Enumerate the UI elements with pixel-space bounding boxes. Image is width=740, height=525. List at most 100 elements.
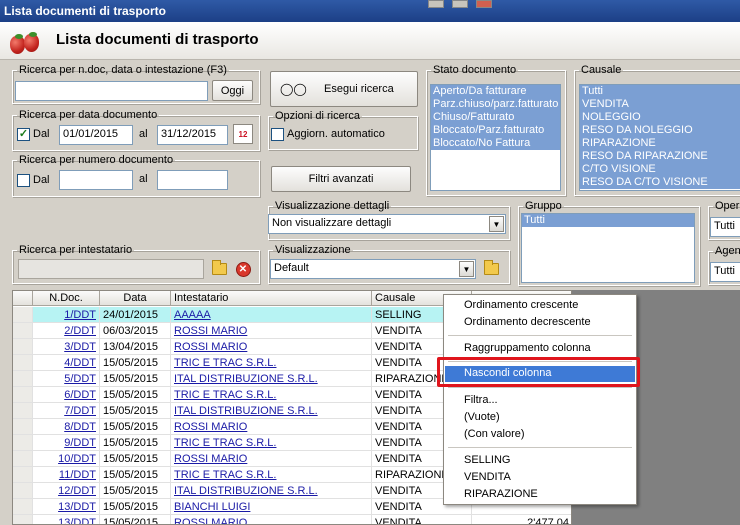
holder-search-input[interactable] bbox=[18, 259, 204, 279]
row-indicator[interactable] bbox=[13, 499, 33, 515]
cell-ndoc[interactable]: 5/DDT bbox=[33, 371, 100, 387]
cell-intestatario-link[interactable]: TRIC E TRAC S.R.L. bbox=[174, 469, 276, 481]
maximize-button[interactable] bbox=[452, 0, 468, 8]
open-folder-icon[interactable] bbox=[209, 259, 229, 279]
row-indicator[interactable] bbox=[13, 483, 33, 499]
table-row[interactable]: 13/DDT 15/05/2015 ROSSI MARIO VENDITA 2'477,… bbox=[13, 515, 571, 524]
row-indicator[interactable] bbox=[13, 435, 33, 451]
cell-intestatario[interactable]: ITAL DISTRIBUZIONE S.R.L. bbox=[171, 483, 372, 499]
cell-ndoc-link[interactable]: 12/DDT bbox=[58, 485, 96, 497]
reason-list-item[interactable]: RESO DA NOLEGGIO bbox=[580, 124, 740, 137]
row-indicator[interactable] bbox=[13, 339, 33, 355]
operator-select[interactable]: Tutti bbox=[710, 217, 740, 237]
cell-intestatario-link[interactable]: ROSSI MARIO bbox=[174, 341, 247, 353]
cell-ndoc-link[interactable]: 10/DDT bbox=[58, 453, 96, 465]
row-indicator[interactable] bbox=[13, 451, 33, 467]
status-list[interactable]: Aperto/Da fatturare Parz.chiuso/parz.fat… bbox=[430, 84, 561, 191]
cell-ndoc-link[interactable]: 13/DDT bbox=[58, 501, 96, 513]
menu-item-filter-empty[interactable]: (Vuote) bbox=[445, 410, 635, 426]
cell-ndoc[interactable]: 6/DDT bbox=[33, 387, 100, 403]
cell-ndoc-link[interactable]: 11/DDT bbox=[59, 469, 96, 481]
cell-ndoc-link[interactable]: 3/DDT bbox=[64, 341, 96, 353]
menu-item-filter[interactable]: Filtra... bbox=[445, 393, 635, 409]
group-list[interactable]: Tutti bbox=[521, 213, 695, 283]
cell-ndoc-link[interactable]: 1/DDT bbox=[64, 309, 96, 321]
cell-intestatario[interactable]: TRIC E TRAC S.R.L. bbox=[171, 387, 372, 403]
agent-select[interactable]: Tutti bbox=[710, 262, 740, 282]
cell-intestatario[interactable]: ITAL DISTRIBUZIONE S.R.L. bbox=[171, 371, 372, 387]
number-to-input[interactable] bbox=[157, 170, 228, 190]
reason-list-item[interactable]: Tutti bbox=[580, 85, 740, 98]
cell-intestatario[interactable]: ITAL DISTRIBUZIONE S.R.L. bbox=[171, 403, 372, 419]
status-list-item[interactable]: Bloccato/Parz.fatturato bbox=[431, 124, 560, 137]
row-indicator[interactable] bbox=[13, 371, 33, 387]
close-button[interactable] bbox=[476, 0, 492, 8]
column-header-intestatario[interactable]: Intestatario bbox=[171, 291, 372, 306]
row-indicator[interactable] bbox=[13, 355, 33, 371]
run-search-button[interactable]: ◯◯ Esegui ricerca bbox=[270, 71, 418, 107]
details-select[interactable]: Non visualizzare dettagli ▼ bbox=[268, 214, 506, 234]
cell-intestatario[interactable]: ROSSI MARIO bbox=[171, 339, 372, 355]
chevron-down-icon[interactable]: ▼ bbox=[489, 216, 504, 232]
menu-item-group-column[interactable]: Raggruppamento colonna bbox=[445, 341, 635, 357]
date-from-input[interactable]: 01/01/2015 bbox=[59, 125, 133, 145]
cell-intestatario-link[interactable]: TRIC E TRAC S.R.L. bbox=[174, 437, 276, 449]
cell-intestatario-link[interactable]: ITAL DISTRIBUZIONE S.R.L. bbox=[174, 405, 318, 417]
cell-intestatario-link[interactable]: ITAL DISTRIBUZIONE S.R.L. bbox=[174, 485, 318, 497]
cell-intestatario[interactable]: TRIC E TRAC S.R.L. bbox=[171, 467, 372, 483]
cell-ndoc[interactable]: 3/DDT bbox=[33, 339, 100, 355]
menu-item-filter-with-value[interactable]: (Con valore) bbox=[445, 427, 635, 443]
cell-intestatario[interactable]: ROSSI MARIO bbox=[171, 419, 372, 435]
cell-ndoc-link[interactable]: 8/DDT bbox=[64, 421, 96, 433]
reason-list-item[interactable]: C/TO VISIONE bbox=[580, 163, 740, 176]
cell-ndoc-link[interactable]: 4/DDT bbox=[64, 357, 96, 369]
cell-ndoc-link[interactable]: 7/DDT bbox=[64, 405, 96, 417]
view-folder-icon[interactable] bbox=[481, 259, 501, 279]
auto-refresh-checkbox[interactable] bbox=[271, 128, 284, 141]
cell-ndoc-link[interactable]: 6/DDT bbox=[64, 389, 96, 401]
view-select[interactable]: Default ▼ bbox=[270, 259, 476, 279]
cell-ndoc-link[interactable]: 5/DDT bbox=[64, 373, 96, 385]
cell-intestatario-link[interactable]: ITAL DISTRIBUZIONE S.R.L. bbox=[174, 373, 318, 385]
cell-intestatario[interactable]: ROSSI MARIO bbox=[171, 323, 372, 339]
cell-intestatario[interactable]: TRIC E TRAC S.R.L. bbox=[171, 435, 372, 451]
cell-ndoc[interactable]: 12/DDT bbox=[33, 483, 100, 499]
cell-ndoc[interactable]: 7/DDT bbox=[33, 403, 100, 419]
column-header-data[interactable]: Data bbox=[100, 291, 171, 306]
cell-ndoc[interactable]: 10/DDT bbox=[33, 451, 100, 467]
minimize-button[interactable] bbox=[428, 0, 444, 8]
cell-intestatario[interactable]: TRIC E TRAC S.R.L. bbox=[171, 355, 372, 371]
row-indicator[interactable] bbox=[13, 307, 33, 323]
row-indicator[interactable] bbox=[13, 387, 33, 403]
reason-list-item[interactable]: RESO DA C/TO VISIONE bbox=[580, 176, 740, 189]
row-indicator[interactable] bbox=[13, 467, 33, 483]
reason-list-item[interactable]: NOLEGGIO bbox=[580, 111, 740, 124]
cell-ndoc[interactable]: 4/DDT bbox=[33, 355, 100, 371]
search-ndoc-input[interactable] bbox=[15, 81, 208, 101]
menu-item-value-selling[interactable]: SELLING bbox=[445, 453, 635, 469]
status-list-item[interactable]: Chiuso/Fatturato bbox=[431, 111, 560, 124]
reason-list-item[interactable]: VENDITA bbox=[580, 98, 740, 111]
cell-ndoc[interactable]: 8/DDT bbox=[33, 419, 100, 435]
cell-ndoc[interactable]: 1/DDT bbox=[33, 307, 100, 323]
cell-ndoc-link[interactable]: 9/DDT bbox=[64, 437, 96, 449]
cell-ndoc-link[interactable]: 2/DDT bbox=[64, 325, 96, 337]
cell-intestatario[interactable]: ROSSI MARIO bbox=[171, 515, 372, 524]
row-indicator[interactable] bbox=[13, 323, 33, 339]
menu-item-value-riparazione[interactable]: RIPARAZIONE bbox=[445, 487, 635, 503]
cell-intestatario-link[interactable]: AAAAA bbox=[174, 309, 211, 321]
cell-ndoc[interactable]: 2/DDT bbox=[33, 323, 100, 339]
cell-intestatario[interactable]: ROSSI MARIO bbox=[171, 451, 372, 467]
cell-intestatario-link[interactable]: BIANCHI LUIGI bbox=[174, 501, 250, 513]
column-header-ndoc[interactable]: N.Doc. bbox=[33, 291, 100, 306]
menu-item-sort-ascending[interactable]: Ordinamento crescente bbox=[445, 298, 635, 314]
reason-list[interactable]: Tutti VENDITA NOLEGGIO RESO DA NOLEGGIO … bbox=[579, 84, 740, 191]
date-to-input[interactable]: 31/12/2015 bbox=[157, 125, 228, 145]
status-list-item[interactable]: Parz.chiuso/parz.fatturato bbox=[431, 98, 560, 111]
calendar-icon[interactable]: 12 bbox=[233, 124, 253, 144]
date-from-checkbox[interactable]: ✓ bbox=[17, 128, 30, 141]
cell-ndoc-link[interactable]: 13/DDT bbox=[58, 517, 96, 524]
cell-ndoc[interactable]: 11/DDT bbox=[33, 467, 100, 483]
cell-ndoc[interactable]: 13/DDT bbox=[33, 499, 100, 515]
cell-intestatario-link[interactable]: TRIC E TRAC S.R.L. bbox=[174, 389, 276, 401]
